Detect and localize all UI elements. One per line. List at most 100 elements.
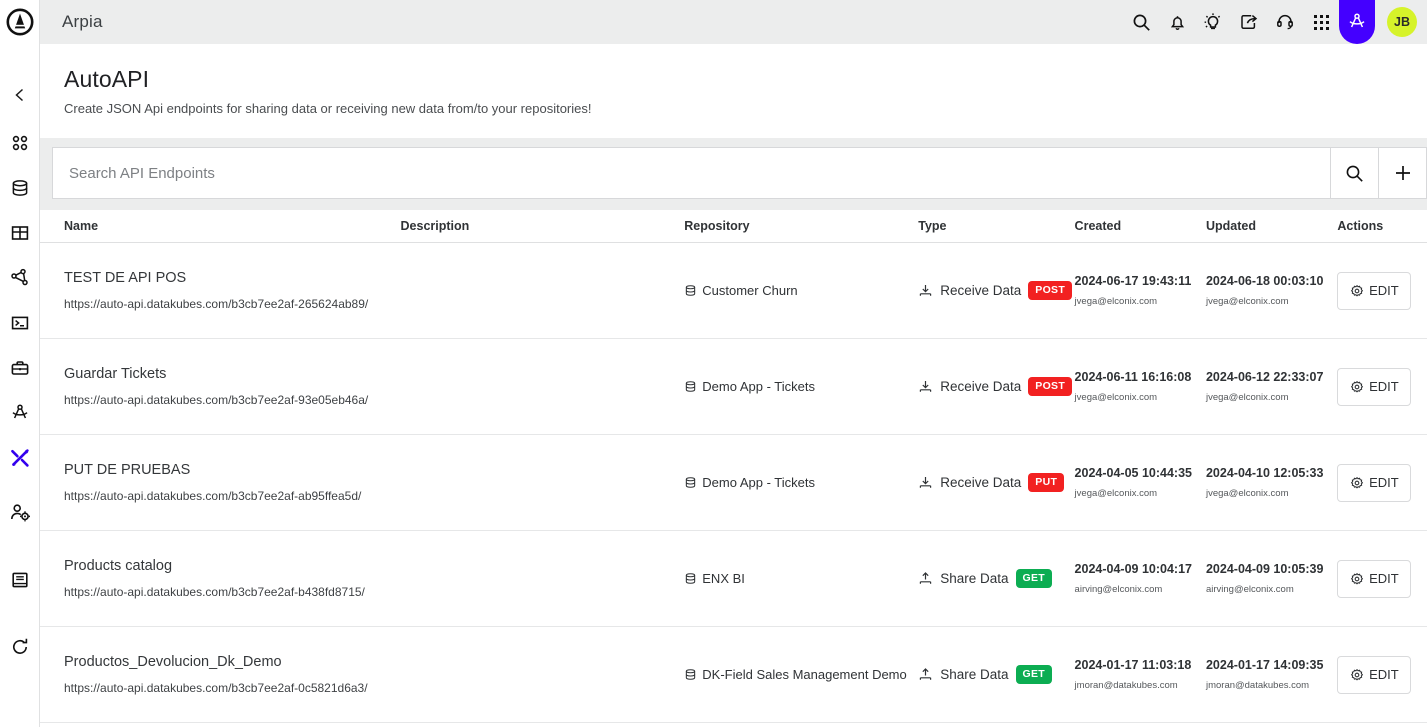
share-data-icon [920, 572, 932, 584]
type-label: Receive Data [940, 475, 1022, 490]
endpoint-url[interactable]: https://auto-api.datakubes.com/b3cb7ee2a… [64, 489, 401, 503]
updated-by: jvega@elconix.com [1205, 392, 1289, 403]
sidebar-item-tables[interactable] [0, 210, 40, 255]
endpoint-name: Productos_Devolucion_Dk_Demo [64, 654, 282, 670]
section-divider [40, 138, 1427, 147]
lightbulb-idea-icon[interactable] [1195, 0, 1231, 44]
created-by: jmoran@datakubes.com [1074, 680, 1178, 691]
created-timestamp: 2024-01-17 11:03:18 [1074, 658, 1192, 672]
sidebar-item-refresh[interactable] [0, 624, 40, 669]
cell-name: PUT DE PRUEBAS https://auto-api.datakubes… [64, 462, 401, 503]
table-row[interactable]: Guardar Tickets https://auto-api.datakube… [40, 339, 1427, 435]
network-share-icon [10, 268, 28, 285]
endpoints-table: Name Description Repository Type Created… [40, 210, 1427, 723]
database-icon [686, 477, 696, 488]
edit-button-label: EDIT [1369, 667, 1399, 682]
receive-data-icon [920, 380, 932, 392]
edit-button[interactable]: EDIT [1337, 463, 1412, 502]
cell-name: Productos_Devolucion_Dk_Demo https://auto… [64, 654, 401, 695]
wrench-screwdriver-icon [10, 448, 29, 467]
cell-type: Share Data GET [918, 665, 1074, 684]
repository-name: DK-Field Sales Management Demo [702, 667, 907, 682]
gear-icon [1350, 380, 1364, 392]
edit-button[interactable]: EDIT [1337, 655, 1412, 694]
share-icon[interactable] [1231, 0, 1267, 44]
column-header-type: Type [918, 219, 947, 233]
book-icon [11, 572, 28, 587]
column-header-created: Created [1074, 219, 1122, 233]
endpoint-url[interactable]: https://auto-api.datakubes.com/b3cb7ee2a… [64, 681, 401, 695]
repository-name: Demo App - Tickets [702, 475, 815, 490]
cell-updated: 2024-06-12 22:33:07 jvega@elconix.com [1206, 370, 1337, 403]
table-row[interactable]: Products catalog https://auto-api.datakub… [40, 531, 1427, 627]
database-icon [686, 669, 696, 680]
type-label: Receive Data [940, 379, 1022, 394]
updated-timestamp: 2024-04-09 10:05:39 [1205, 562, 1324, 576]
edit-button[interactable]: EDIT [1337, 271, 1412, 310]
endpoint-url[interactable]: https://auto-api.datakubes.com/b3cb7ee2a… [64, 585, 401, 599]
apps-grid-icon[interactable] [1303, 0, 1339, 44]
arpia-tools-icon[interactable] [1339, 0, 1375, 44]
edit-button[interactable]: EDIT [1337, 559, 1412, 598]
cell-type: Receive Data POST [918, 281, 1074, 300]
column-header-description: Description [400, 219, 470, 233]
sidebar-item-dashboard[interactable] [0, 120, 40, 165]
updated-timestamp: 2024-04-10 12:05:33 [1205, 466, 1324, 480]
search-icon[interactable] [1123, 0, 1159, 44]
endpoint-url[interactable]: https://auto-api.datakubes.com/b3cb7ee2a… [64, 297, 401, 311]
search-bar [52, 147, 1427, 199]
updated-timestamp: 2024-01-17 14:09:35 [1205, 658, 1324, 672]
cell-updated: 2024-04-09 10:05:39 airving@elconix.com [1206, 562, 1337, 595]
updated-timestamp: 2024-06-12 22:33:07 [1205, 370, 1324, 384]
endpoint-url[interactable]: https://auto-api.datakubes.com/b3cb7ee2a… [64, 393, 401, 407]
method-badge: PUT [1028, 473, 1065, 492]
terminal-icon [11, 316, 28, 329]
endpoint-name: PUT DE PRUEBAS [64, 462, 191, 478]
cell-repository: ENX BI [684, 571, 918, 586]
cell-repository: Demo App - Tickets [684, 379, 918, 394]
sidebar-item-databases[interactable] [0, 165, 40, 210]
add-endpoint-button[interactable] [1378, 148, 1426, 198]
sidebar-item-tools[interactable] [0, 435, 40, 480]
avatar[interactable]: JB [1387, 7, 1417, 37]
arpia-logo[interactable] [0, 0, 40, 44]
created-by: jvega@elconix.com [1074, 392, 1158, 403]
sidebar-item-pipelines[interactable] [0, 255, 40, 300]
receive-data-icon [920, 476, 932, 488]
method-badge: GET [1015, 665, 1053, 684]
cell-type: Receive Data POST [918, 377, 1074, 396]
method-badge: POST [1028, 281, 1073, 300]
table-row[interactable]: Productos_Devolucion_Dk_Demo https://auto… [40, 627, 1427, 723]
share-data-icon [920, 668, 932, 680]
created-timestamp: 2024-06-17 19:43:11 [1074, 274, 1192, 288]
topbar: Arpia JB [40, 0, 1427, 44]
bell-icon[interactable] [1159, 0, 1195, 44]
arpia-compass-icon [11, 403, 28, 418]
created-timestamp: 2024-06-11 16:16:08 [1074, 370, 1192, 384]
sidebar-item-terminal[interactable] [0, 300, 40, 345]
created-timestamp: 2024-04-05 10:44:35 [1074, 466, 1192, 480]
sidebar-item-autoapi[interactable] [0, 390, 40, 435]
sidebar-collapse-button[interactable] [0, 70, 40, 120]
gear-icon [1350, 572, 1364, 584]
database-icon [686, 381, 696, 392]
sidebar-item-user-admin[interactable] [0, 490, 40, 535]
database-icon [686, 285, 696, 296]
type-label: Share Data [940, 571, 1009, 586]
table-grid-icon [11, 225, 28, 240]
sidebar-item-toolbox[interactable] [0, 345, 40, 390]
cell-created: 2024-06-11 16:16:08 jvega@elconix.com [1075, 370, 1206, 403]
repository-name: Customer Churn [702, 283, 798, 298]
search-input[interactable] [53, 148, 1330, 198]
repository-name: ENX BI [702, 571, 745, 586]
search-submit-button[interactable] [1330, 148, 1378, 198]
edit-button[interactable]: EDIT [1337, 367, 1412, 406]
cell-created: 2024-06-17 19:43:11 jvega@elconix.com [1075, 274, 1206, 307]
sidebar-item-docs[interactable] [0, 557, 40, 602]
table-row[interactable]: PUT DE PRUEBAS https://auto-api.datakubes… [40, 435, 1427, 531]
cell-type: Receive Data PUT [918, 473, 1074, 492]
headset-support-icon[interactable] [1267, 0, 1303, 44]
edit-button-label: EDIT [1369, 475, 1399, 490]
table-row[interactable]: TEST DE API POS https://auto-api.datakube… [40, 243, 1427, 339]
cell-created: 2024-01-17 11:03:18 jmoran@datakubes.com [1075, 658, 1206, 691]
